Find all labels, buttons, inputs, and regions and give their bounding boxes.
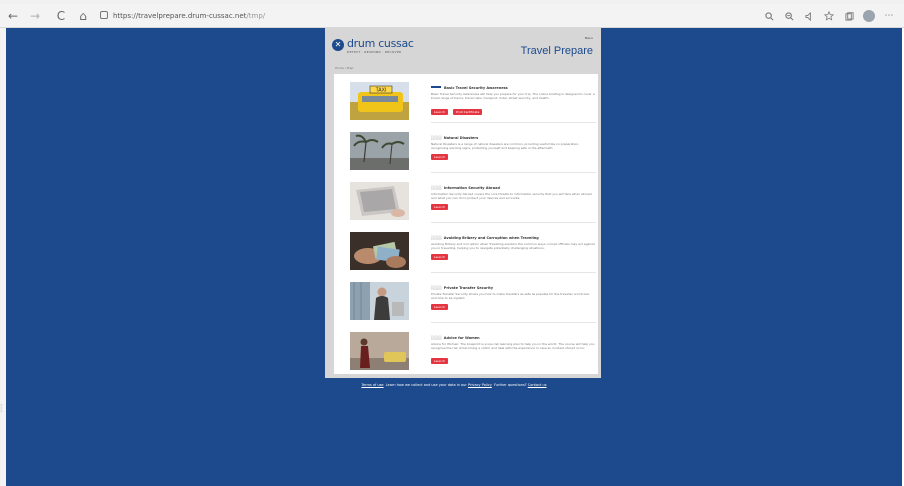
page-viewport: ✕ drum cussac DETECT · RESPOND · RECOVER… — [6, 28, 902, 486]
laptop-image — [350, 182, 409, 220]
forward-arrow-icon: → — [29, 9, 41, 23]
course-buttons: Launch — [431, 304, 448, 310]
course-buttons: Launch — [431, 204, 448, 210]
course-card: ░░░░ Advice for Women Advice for Women: T… — [334, 324, 598, 373]
cash-hands-image — [350, 232, 409, 270]
home-icon: ⌂ — [79, 9, 87, 23]
course-title-text: Private Transfer Security — [443, 286, 494, 290]
course-title: ░░░░ Information Security Abroad — [431, 186, 500, 190]
lock-icon — [100, 11, 108, 19]
back-arrow-icon: ← — [7, 9, 19, 23]
course-buttons: Launch — [431, 154, 448, 160]
logo-tagline: DETECT · RESPOND · RECOVER — [347, 50, 402, 54]
address-bar[interactable]: https://travelprepare.drum-cussac.net/tm… — [100, 9, 480, 23]
private-transfer-image — [350, 282, 409, 320]
home-button[interactable]: ⌂ — [74, 7, 92, 25]
course-card: TAXI Basic Travel Security Awareness Bas… — [334, 74, 598, 123]
course-color-bar — [431, 86, 441, 88]
course-buttons: Launch — [431, 254, 448, 260]
card-divider — [431, 222, 596, 223]
card-divider — [431, 122, 596, 123]
course-list-panel: TAXI Basic Travel Security Awareness Bas… — [334, 74, 598, 374]
back-button[interactable]: ← — [4, 7, 22, 25]
course-title: ░░░░ Natural Disasters — [431, 136, 479, 140]
more-icon[interactable]: ⋯ — [882, 9, 896, 23]
launch-button[interactable]: Launch — [431, 204, 448, 210]
launch-button[interactable]: Launch — [431, 304, 448, 310]
avatar — [863, 10, 875, 22]
header-menu-link[interactable]: Menu — [585, 36, 593, 40]
course-card: ░░░░ Avoiding Bribery and Corruption when… — [334, 224, 598, 273]
course-buttons: Launch Print Certificate — [431, 109, 483, 115]
forward-button[interactable]: → — [26, 7, 44, 25]
course-description: Private Transfer Security shows you how … — [431, 292, 591, 300]
launch-button[interactable]: Launch — [431, 109, 448, 115]
course-description: Natural Disasters is a range of natural … — [431, 142, 580, 150]
taxi-image: TAXI — [350, 82, 409, 120]
course-description: Avoiding Bribery and Corruption when Tra… — [431, 242, 595, 250]
url-host: https://travelprepare.drum-cussac.net — [113, 12, 247, 20]
course-title-text: Basic Travel Security Awareness — [444, 86, 508, 90]
card-divider — [431, 272, 596, 273]
course-buttons: Launch — [431, 358, 448, 364]
logo-text[interactable]: drum cussac — [347, 37, 414, 50]
site-footer: Terms of use Learn how we collect and us… — [6, 383, 902, 387]
svg-text:TAXI: TAXI — [376, 87, 387, 93]
launch-button[interactable]: Launch — [431, 358, 448, 364]
reload-icon: C — [56, 9, 66, 23]
course-title-text: Avoiding Bribery and Corruption when Tra… — [443, 236, 539, 240]
footer-text: Learn how we collect and use your data i… — [385, 383, 467, 387]
course-description: Information Security Abroad covers the c… — [431, 192, 593, 200]
print-certificate-button[interactable]: Print Certificate — [452, 109, 483, 115]
launch-button[interactable]: Launch — [431, 254, 448, 260]
course-title: Basic Travel Security Awareness — [431, 86, 508, 90]
course-description: Advice for Women: The blueprint is a low… — [431, 342, 595, 350]
favorite-icon[interactable] — [822, 9, 836, 23]
logo-x-icon[interactable]: ✕ — [332, 39, 344, 51]
card-divider — [431, 172, 596, 173]
privacy-link[interactable]: Privacy Policy — [468, 383, 492, 387]
course-title: ░░░░ Private Transfer Security — [431, 286, 494, 290]
contact-link[interactable]: Contact us — [528, 383, 547, 387]
course-title-text: Advice for Women — [443, 336, 480, 340]
profile-icon[interactable] — [862, 9, 876, 23]
course-title-text: Information Security Abroad — [443, 186, 500, 190]
reload-button[interactable]: C — [52, 7, 70, 25]
footer-questions: Further questions? — [494, 383, 527, 387]
woman-street-image — [350, 332, 409, 370]
browser-right-icons: ⋯ — [762, 8, 896, 24]
course-title-text: Natural Disasters — [443, 136, 479, 140]
site-page: ✕ drum cussac DETECT · RESPOND · RECOVER… — [325, 28, 601, 378]
course-card: ░░░░ Information Security Abroad Informat… — [334, 174, 598, 223]
launch-button[interactable]: Launch — [431, 154, 448, 160]
course-title: ░░░░ Avoiding Bribery and Corruption when… — [431, 236, 539, 240]
read-aloud-icon[interactable] — [802, 9, 816, 23]
natural-disaster-image — [350, 132, 409, 170]
zoom-icon[interactable] — [782, 9, 796, 23]
course-description: Basic Travel Security Awareness will hel… — [431, 92, 595, 100]
course-card: ░░░░ Natural Disasters Natural Disasters … — [334, 124, 598, 173]
collections-icon[interactable] — [842, 9, 856, 23]
breadcrumb[interactable]: Home / Prep — [335, 66, 353, 70]
course-title: ░░░░ Advice for Women — [431, 336, 480, 340]
search-icon[interactable] — [762, 9, 776, 23]
site-header: ✕ drum cussac DETECT · RESPOND · RECOVER… — [325, 28, 601, 70]
browser-toolbar: ← → C ⌂ https://travelprepare.drum-cussa… — [0, 4, 904, 28]
course-card: ░░░░ Private Transfer Security Private Tr… — [334, 274, 598, 323]
url-path: /tmp/ — [246, 12, 266, 20]
card-divider — [431, 322, 596, 323]
page-title: Travel Prepare — [520, 45, 593, 57]
terms-link[interactable]: Terms of use — [361, 383, 383, 387]
